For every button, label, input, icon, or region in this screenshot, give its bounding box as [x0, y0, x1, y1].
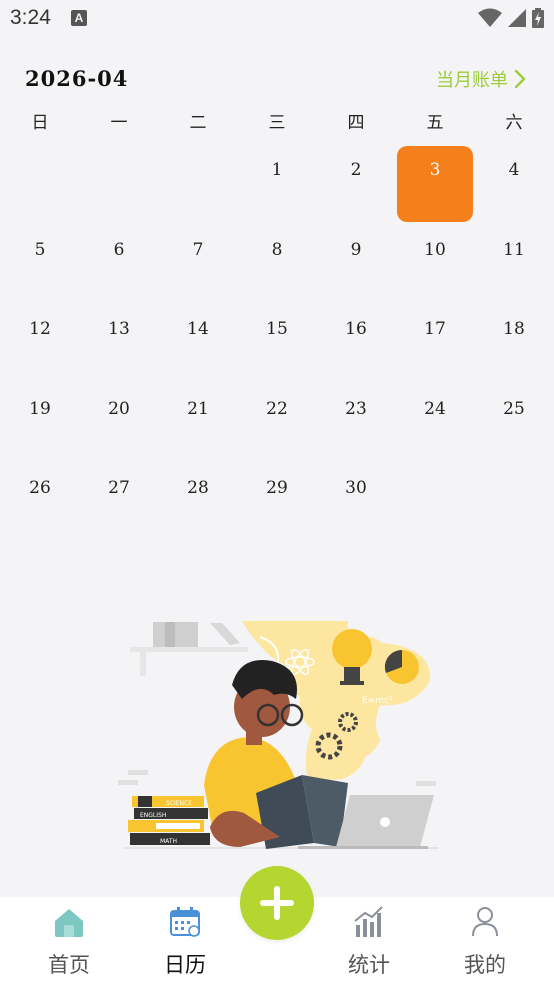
- tab-home[interactable]: 首页: [14, 897, 124, 984]
- calendar-day[interactable]: 29: [239, 464, 315, 540]
- home-icon: [55, 909, 83, 937]
- empty-state-illustration: E=mc² SCIENCE ENGLISH MATH: [110, 615, 450, 865]
- calendar-day[interactable]: 30: [318, 464, 394, 540]
- calendar-day[interactable]: 26: [2, 464, 78, 540]
- tab-stats[interactable]: 统计: [314, 897, 424, 984]
- calendar-day[interactable]: 15: [239, 305, 315, 381]
- calendar-day[interactable]: 20: [81, 385, 157, 461]
- status-icons: [478, 8, 544, 28]
- tab-calendar-label: 日历: [164, 953, 206, 977]
- status-bar: 3:24 A: [0, 0, 554, 38]
- weekday-label: 五: [426, 113, 444, 133]
- monthly-bill-link[interactable]: 当月账单: [436, 66, 526, 92]
- person-icon: [472, 907, 498, 937]
- calendar-day[interactable]: 11: [476, 226, 552, 302]
- calendar-day[interactable]: 17: [397, 305, 473, 381]
- student-reading-illustration: E=mc² SCIENCE ENGLISH MATH: [118, 621, 438, 849]
- calendar-day[interactable]: 22: [239, 385, 315, 461]
- calendar-day[interactable]: 21: [160, 385, 236, 461]
- add-record-button[interactable]: [240, 866, 314, 940]
- plus-icon: [260, 886, 294, 920]
- chart-icon: [354, 906, 383, 937]
- tab-profile-label: 我的: [464, 953, 506, 977]
- calendar-day[interactable]: 7: [160, 226, 236, 302]
- calendar-day[interactable]: 27: [81, 464, 157, 540]
- tab-calendar[interactable]: 日历: [130, 897, 240, 984]
- weekday-label: 日: [31, 113, 49, 133]
- tab-home-label: 首页: [48, 953, 90, 977]
- chevron-right-icon: [514, 69, 526, 89]
- status-time: 3:24: [10, 6, 51, 29]
- weekday-label: 一: [110, 113, 128, 133]
- wifi-icon: [478, 8, 502, 27]
- formula-text: E=mc²: [362, 696, 393, 706]
- battery-icon: [532, 8, 544, 28]
- month-title: 2026-04: [25, 66, 129, 91]
- calendar-day[interactable]: 6: [81, 226, 157, 302]
- calendar-day[interactable]: 12: [2, 305, 78, 381]
- calendar-day[interactable]: 10: [397, 226, 473, 302]
- weekday-label: 四: [347, 113, 365, 133]
- calendar-day[interactable]: 23: [318, 385, 394, 461]
- calendar-day[interactable]: 19: [2, 385, 78, 461]
- calendar-day[interactable]: 24: [397, 385, 473, 461]
- notification-a-icon: A: [71, 10, 87, 26]
- calendar-day[interactable]: 4: [476, 146, 552, 222]
- tab-stats-label: 统计: [348, 953, 390, 977]
- calendar-day[interactable]: 28: [160, 464, 236, 540]
- weekday-label: 二: [189, 113, 207, 133]
- calendar-day[interactable]: 8: [239, 226, 315, 302]
- calendar-day-selected[interactable]: 3: [397, 146, 473, 222]
- calendar-day[interactable]: 13: [81, 305, 157, 381]
- monthly-bill-label: 当月账单: [436, 70, 508, 91]
- calendar-day[interactable]: 25: [476, 385, 552, 461]
- calendar-day[interactable]: 9: [318, 226, 394, 302]
- weekday-header: 日一二三四五六: [0, 108, 554, 136]
- calendar-day[interactable]: 1: [239, 146, 315, 222]
- book-math-label: MATH: [160, 838, 177, 845]
- calendar-icon: [170, 907, 200, 937]
- book-science-label: SCIENCE: [166, 800, 192, 807]
- tab-profile[interactable]: 我的: [430, 897, 540, 984]
- calendar-day[interactable]: 2: [318, 146, 394, 222]
- calendar-day[interactable]: 16: [318, 305, 394, 381]
- calendar-day[interactable]: 14: [160, 305, 236, 381]
- calendar-day[interactable]: 5: [2, 226, 78, 302]
- weekday-label: 六: [505, 113, 523, 133]
- weekday-label: 三: [268, 113, 286, 133]
- calendar-day[interactable]: 18: [476, 305, 552, 381]
- signal-icon: [508, 9, 526, 27]
- book-english-label: ENGLISH: [140, 812, 166, 819]
